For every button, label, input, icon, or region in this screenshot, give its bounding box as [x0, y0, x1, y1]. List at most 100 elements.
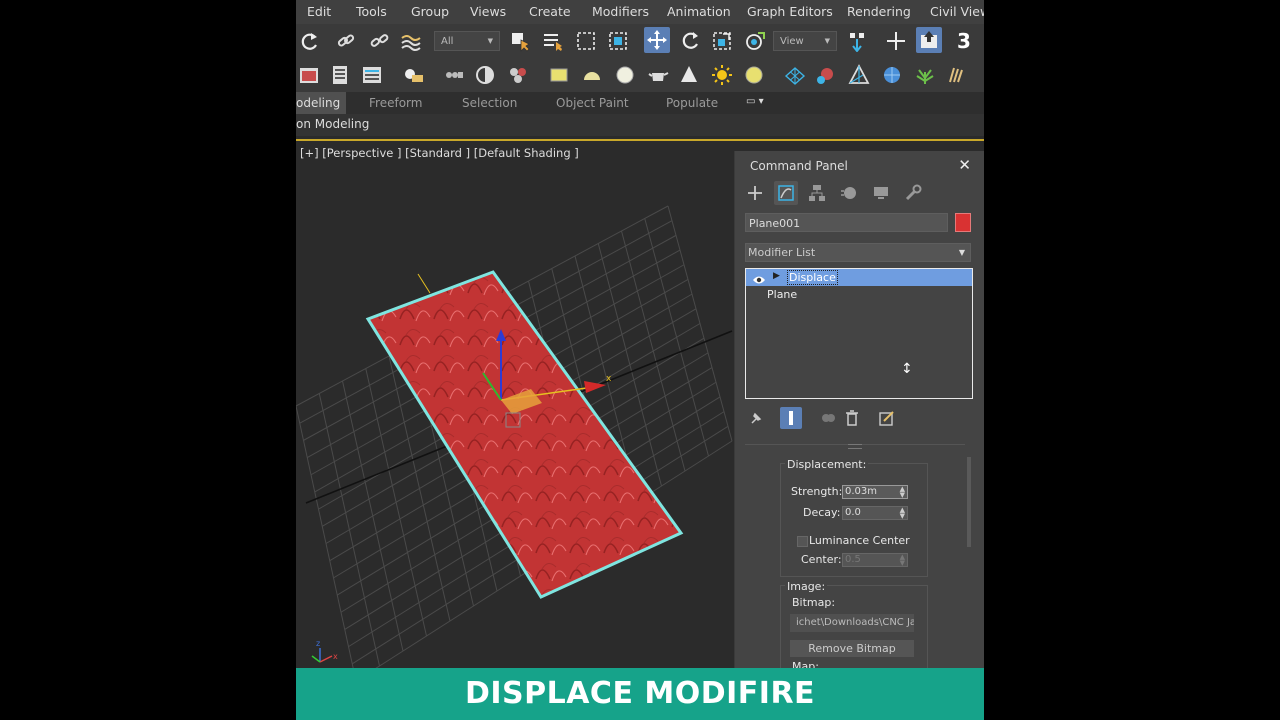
remove-bitmap-button[interactable]: Remove Bitmap: [790, 640, 914, 657]
select-by-name-icon[interactable]: [540, 28, 566, 54]
secondary-toolbar: [296, 58, 984, 92]
cone-icon[interactable]: [676, 62, 702, 88]
create-tab-icon[interactable]: [743, 181, 767, 205]
window-crossing-icon[interactable]: [605, 28, 631, 54]
display-tab-icon[interactable]: [869, 181, 893, 205]
expand-arrow-icon[interactable]: ▶: [773, 271, 780, 281]
remove-modifier-icon[interactable]: [841, 407, 863, 429]
use-pivot-center-icon[interactable]: [844, 28, 870, 54]
utilities-tab-icon[interactable]: [901, 181, 925, 205]
tab-freeform[interactable]: Freeform: [369, 96, 422, 110]
menu-group[interactable]: Group: [411, 4, 449, 19]
show-end-result-icon[interactable]: [780, 407, 802, 429]
rectangular-selection-icon[interactable]: [573, 28, 599, 54]
menu-create[interactable]: Create: [529, 4, 571, 19]
particle-system-icon[interactable]: [813, 62, 839, 88]
select-object-icon[interactable]: [507, 28, 533, 54]
menu-modifiers[interactable]: Modifiers: [592, 4, 649, 19]
tab-modeling[interactable]: odeling: [296, 92, 347, 114]
eye-icon[interactable]: [752, 271, 766, 290]
foliage-icon[interactable]: [912, 62, 938, 88]
decay-spinner[interactable]: 0.0 ▲ ▼: [842, 506, 908, 520]
max-app-window: Edit Tools Group Views Create Modifiers …: [296, 0, 984, 720]
grid-line: [296, 405, 354, 668]
grid-plane-icon[interactable]: [782, 62, 808, 88]
bind-space-warp-icon[interactable]: [398, 28, 424, 54]
menu-civil-view[interactable]: Civil View: [930, 4, 984, 19]
reference-coordinate-value: View: [780, 35, 804, 47]
render-frame-window-icon[interactable]: [296, 62, 322, 88]
geosphere-icon[interactable]: [879, 62, 905, 88]
select-move-icon[interactable]: [644, 27, 670, 53]
motion-tab-icon[interactable]: [837, 181, 861, 205]
ribbon-options-icon[interactable]: ▭ ▾: [746, 96, 764, 107]
viewcube-axis-tripod: z x: [311, 639, 338, 663]
luminance-center-checkbox[interactable]: [797, 536, 808, 547]
menu-tools[interactable]: Tools: [356, 4, 387, 19]
stack-item-displace[interactable]: ▶ Displace: [746, 269, 972, 286]
resize-cursor-icon: ↕: [901, 361, 913, 377]
hierarchy-tab-icon[interactable]: [805, 181, 829, 205]
unlink-icon[interactable]: [366, 28, 392, 54]
menu-graph-editors[interactable]: Graph Editors: [747, 4, 833, 19]
menu-rendering[interactable]: Rendering: [847, 4, 911, 19]
modifier-stack[interactable]: ▶ Displace Plane ↕: [745, 268, 973, 399]
bitmap-path-button[interactable]: ichet\Downloads\CNC Ja: [790, 614, 914, 632]
spinner-arrows-icon[interactable]: ▲ ▼: [900, 486, 905, 499]
box-primitive-icon[interactable]: [546, 62, 572, 88]
object-name-field[interactable]: Plane001: [745, 213, 948, 232]
tripod-z-label: z: [316, 639, 320, 648]
redo-icon[interactable]: [296, 28, 322, 54]
hair-fur-icon[interactable]: [944, 62, 970, 88]
material-editor-icon[interactable]: [505, 62, 531, 88]
select-rotate-icon[interactable]: [677, 28, 703, 54]
curve-editor-icon[interactable]: [441, 62, 467, 88]
menu-edit[interactable]: Edit: [307, 4, 331, 19]
image-group-label: Image:: [785, 580, 828, 593]
bitmap-label: Bitmap:: [792, 596, 836, 609]
tab-object-paint[interactable]: Object Paint: [556, 96, 629, 110]
object-color-swatch[interactable]: [955, 213, 971, 232]
selection-filter-dropdown[interactable]: All ▼: [434, 31, 500, 51]
configure-modifier-sets-icon[interactable]: [876, 407, 898, 429]
select-scale-icon[interactable]: [709, 28, 735, 54]
place-object-icon[interactable]: [742, 28, 768, 54]
snaps-toggle-icon[interactable]: 3: [951, 28, 977, 54]
menu-animation[interactable]: Animation: [667, 4, 731, 19]
chevron-down-icon: ▼: [824, 37, 830, 45]
omni-light-icon[interactable]: [741, 62, 767, 88]
spinner-arrows-icon[interactable]: ▲ ▼: [900, 507, 905, 520]
panel-scrollbar[interactable]: [967, 457, 971, 547]
schematic-view-icon[interactable]: [472, 62, 498, 88]
make-unique-icon[interactable]: [817, 407, 839, 429]
modify-tab-icon[interactable]: [774, 181, 798, 205]
spinner-arrows-icon[interactable]: ▲ ▼: [900, 554, 905, 567]
panel-resize-grip[interactable]: [848, 444, 862, 449]
space-warp-icon[interactable]: [846, 62, 872, 88]
hemisphere-icon[interactable]: [579, 62, 605, 88]
toggle-ribbon-icon[interactable]: [400, 62, 426, 88]
chevron-down-icon: ▼: [958, 248, 965, 257]
close-icon[interactable]: ✕: [958, 156, 971, 174]
strength-spinner[interactable]: 0.03m ▲ ▼: [842, 485, 908, 499]
tab-selection[interactable]: Selection: [462, 96, 517, 110]
stack-displace-label: Displace: [787, 270, 838, 285]
modifier-list-dropdown[interactable]: Modifier List ▼: [745, 243, 971, 262]
stack-item-plane[interactable]: Plane: [767, 288, 797, 301]
center-spinner[interactable]: 0.5 ▲ ▼: [842, 553, 908, 567]
menu-views[interactable]: Views: [470, 4, 506, 19]
reference-coordinate-dropdown[interactable]: View ▼: [773, 31, 837, 51]
pin-stack-icon[interactable]: [745, 407, 767, 429]
sphere-icon[interactable]: [612, 62, 638, 88]
video-title-banner: DISPLACE MODIFIRE: [296, 668, 984, 720]
keyboard-shortcut-override-icon[interactable]: [916, 27, 942, 53]
tab-populate[interactable]: Populate: [666, 96, 718, 110]
sun-light-icon[interactable]: [709, 62, 735, 88]
teapot-icon[interactable]: [645, 62, 671, 88]
displacement-group-label: Displacement:: [785, 458, 869, 471]
layer-explorer-icon[interactable]: [359, 62, 385, 88]
select-manipulate-icon[interactable]: [883, 28, 909, 54]
scene-explorer-icon[interactable]: [327, 62, 353, 88]
ribbon-sub-label[interactable]: on Modeling: [296, 117, 369, 131]
link-icon[interactable]: [333, 28, 359, 54]
